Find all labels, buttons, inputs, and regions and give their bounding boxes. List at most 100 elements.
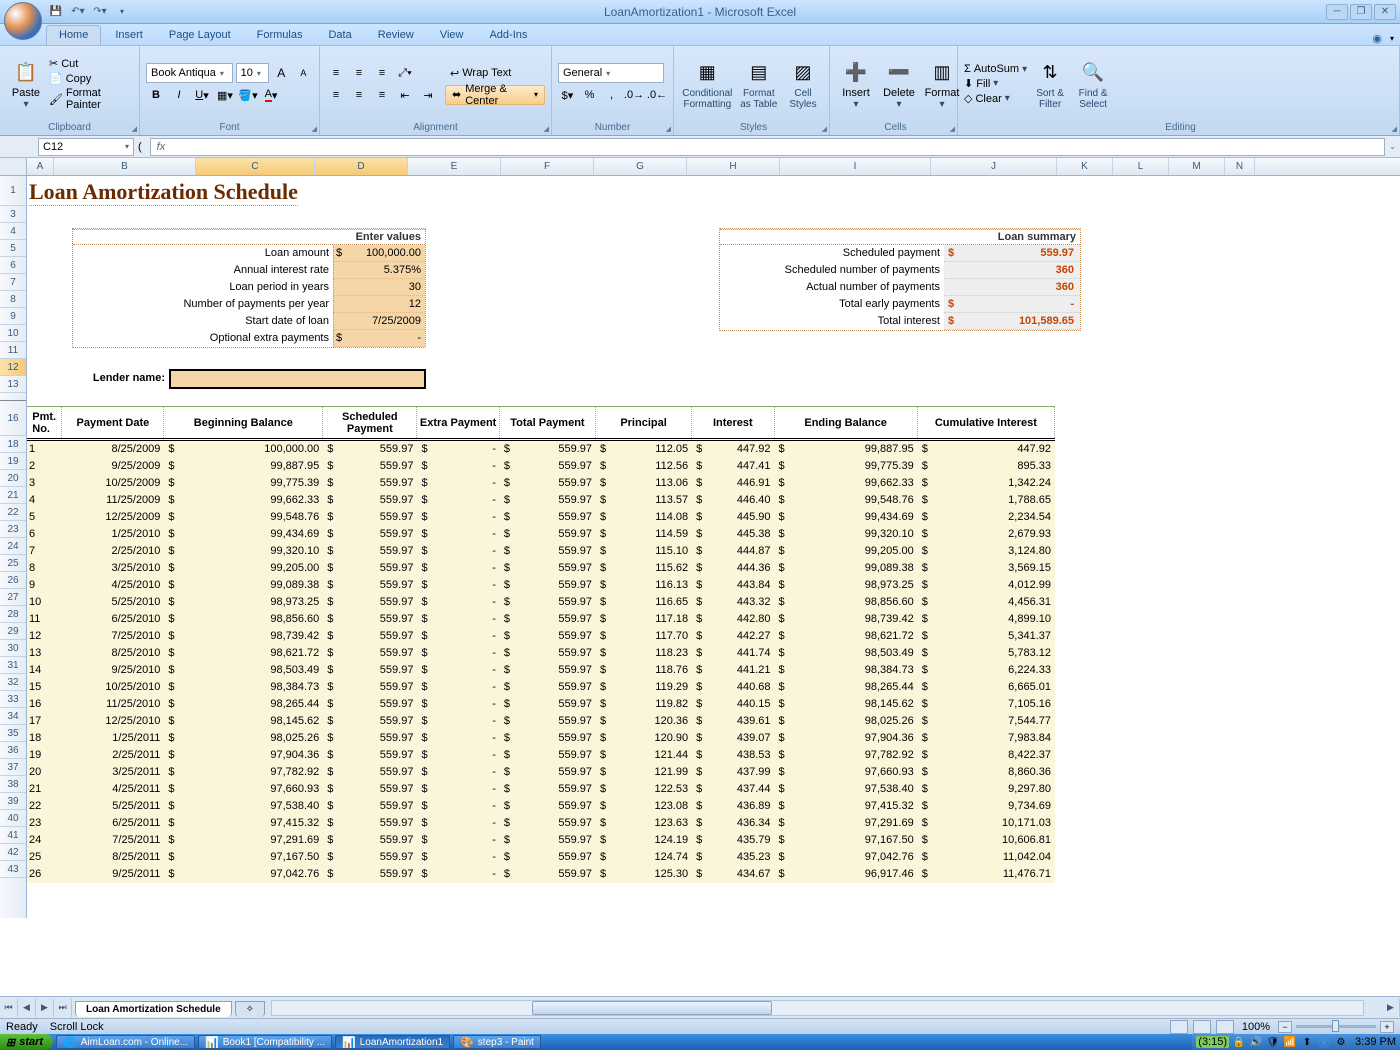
- align-right-button[interactable]: ≡: [372, 85, 392, 105]
- taskbar-task[interactable]: 🌐AimLoan.com - Online...: [56, 1035, 195, 1049]
- column-header-A[interactable]: A: [27, 158, 54, 175]
- column-header-I[interactable]: I: [780, 158, 931, 175]
- zoom-level[interactable]: 100%: [1242, 1021, 1270, 1033]
- row-header[interactable]: 23: [0, 521, 26, 538]
- amortization-row[interactable]: 72/25/2010$99,320.10$559.97$-$559.97$115…: [27, 543, 1055, 560]
- tray-icon[interactable]: ⓑ: [1317, 1035, 1331, 1049]
- fill-button[interactable]: ⬇Fill▾: [964, 77, 1027, 90]
- font-color-button[interactable]: A▾: [261, 85, 281, 105]
- amortization-row[interactable]: 83/25/2010$99,205.00$559.97$-$559.97$115…: [27, 560, 1055, 577]
- tray-clock[interactable]: 3:39 PM: [1355, 1036, 1396, 1048]
- font-size-combo[interactable]: 10: [236, 63, 269, 83]
- input-value-cell[interactable]: $100,000.00: [333, 245, 425, 262]
- merge-center-button[interactable]: ⬌Merge & Center▾: [445, 85, 545, 105]
- tray-icon[interactable]: ⚙: [1334, 1035, 1348, 1049]
- row-header[interactable]: 21: [0, 487, 26, 504]
- tray-icon[interactable]: ⬆: [1300, 1035, 1314, 1049]
- conditional-formatting-button[interactable]: ▦Conditional Formatting: [680, 56, 735, 112]
- row-header[interactable]: 4: [0, 223, 26, 240]
- row-header[interactable]: 10: [0, 325, 26, 342]
- row-header[interactable]: 36: [0, 742, 26, 759]
- row-header[interactable]: 40: [0, 810, 26, 827]
- bold-button[interactable]: B: [146, 85, 166, 105]
- restore-button[interactable]: ❐: [1350, 4, 1372, 20]
- page-break-view-button[interactable]: [1216, 1020, 1234, 1034]
- row-header[interactable]: 1: [0, 176, 26, 206]
- row-header[interactable]: [0, 393, 26, 401]
- column-header-G[interactable]: G: [594, 158, 687, 175]
- amortization-row[interactable]: 29/25/2009$99,887.95$559.97$-$559.97$112…: [27, 458, 1055, 475]
- select-all-corner[interactable]: [0, 158, 27, 175]
- tab-home[interactable]: Home: [46, 25, 101, 45]
- number-format-combo[interactable]: General: [558, 63, 664, 83]
- hscroll-thumb[interactable]: [532, 1001, 772, 1015]
- decrease-indent-button[interactable]: ⇤: [395, 85, 415, 105]
- input-value-cell[interactable]: $-: [333, 330, 425, 347]
- row-header[interactable]: 22: [0, 504, 26, 521]
- row-header[interactable]: 3: [0, 206, 26, 223]
- row-header[interactable]: 42: [0, 844, 26, 861]
- row-header[interactable]: 30: [0, 640, 26, 657]
- currency-button[interactable]: $▾: [558, 85, 577, 105]
- amortization-row[interactable]: 214/25/2011$97,660.93$559.97$-$559.97$12…: [27, 781, 1055, 798]
- grow-font-button[interactable]: A: [272, 63, 291, 83]
- paste-button[interactable]: 📋 Paste▾: [6, 56, 46, 112]
- lender-name-cell[interactable]: [169, 369, 426, 389]
- next-sheet-button[interactable]: ▶: [36, 999, 54, 1017]
- format-painter-button[interactable]: 🖌Format Painter: [49, 87, 133, 111]
- align-center-button[interactable]: ≡: [349, 85, 369, 105]
- input-value-cell[interactable]: 7/25/2009: [333, 313, 425, 330]
- insert-sheet-tab[interactable]: ✧: [235, 1001, 265, 1017]
- page-layout-view-button[interactable]: [1193, 1020, 1211, 1034]
- row-header[interactable]: 25: [0, 555, 26, 572]
- cut-button[interactable]: ✂Cut: [49, 57, 133, 70]
- tray-icon[interactable]: 📶: [1283, 1035, 1297, 1049]
- format-cells-button[interactable]: ▥Format▾: [922, 56, 962, 112]
- row-header[interactable]: 29: [0, 623, 26, 640]
- row-header[interactable]: 39: [0, 793, 26, 810]
- row-header[interactable]: 7: [0, 274, 26, 291]
- amortization-row[interactable]: 105/25/2010$98,973.25$559.97$-$559.97$11…: [27, 594, 1055, 611]
- column-header-L[interactable]: L: [1113, 158, 1169, 175]
- increase-indent-button[interactable]: ⇥: [418, 85, 438, 105]
- tab-page-layout[interactable]: Page Layout: [157, 26, 243, 45]
- column-header-K[interactable]: K: [1057, 158, 1113, 175]
- tray-icon[interactable]: 🔊: [1249, 1035, 1263, 1049]
- column-header-C[interactable]: C: [196, 158, 315, 175]
- underline-button[interactable]: U▾: [192, 85, 212, 105]
- zoom-in-button[interactable]: +: [1380, 1021, 1394, 1033]
- expand-formula-bar-icon[interactable]: ⌄: [1389, 142, 1396, 151]
- save-icon[interactable]: 💾: [48, 4, 64, 20]
- column-header-B[interactable]: B: [54, 158, 196, 175]
- row-header[interactable]: 8: [0, 291, 26, 308]
- tray-icon[interactable]: 🔒: [1232, 1035, 1246, 1049]
- row-header[interactable]: 35: [0, 725, 26, 742]
- row-header[interactable]: 41: [0, 827, 26, 844]
- align-bottom-button[interactable]: ≡: [372, 63, 392, 83]
- decrease-decimal-button[interactable]: .0←: [647, 85, 667, 105]
- column-header-F[interactable]: F: [501, 158, 594, 175]
- minimize-button[interactable]: ─: [1326, 4, 1348, 20]
- amortization-row[interactable]: 116/25/2010$98,856.60$559.97$-$559.97$11…: [27, 611, 1055, 628]
- row-header[interactable]: 5: [0, 240, 26, 257]
- row-header[interactable]: 28: [0, 606, 26, 623]
- delete-cells-button[interactable]: ➖Delete▾: [879, 56, 919, 112]
- comma-button[interactable]: ,: [602, 85, 621, 105]
- row-header[interactable]: 38: [0, 776, 26, 793]
- amortization-row[interactable]: 310/25/2009$99,775.39$559.97$-$559.97$11…: [27, 475, 1055, 492]
- amortization-row[interactable]: 18/25/2009$100,000.00$559.97$-$559.97$11…: [27, 441, 1055, 458]
- amortization-row[interactable]: 1510/25/2010$98,384.73$559.97$-$559.97$1…: [27, 679, 1055, 696]
- name-box[interactable]: C12: [38, 138, 134, 156]
- row-header[interactable]: 18: [0, 436, 26, 453]
- amortization-row[interactable]: 181/25/2011$98,025.26$559.97$-$559.97$12…: [27, 730, 1055, 747]
- row-header[interactable]: 24: [0, 538, 26, 555]
- formula-bar[interactable]: fx: [150, 138, 1386, 156]
- input-value-cell[interactable]: 12: [333, 296, 425, 313]
- fx-insert-icon[interactable]: (: [138, 141, 142, 153]
- amortization-row[interactable]: 247/25/2011$97,291.69$559.97$-$559.97$12…: [27, 832, 1055, 849]
- row-header[interactable]: 37: [0, 759, 26, 776]
- shrink-font-button[interactable]: A: [294, 63, 313, 83]
- row-header[interactable]: 12: [0, 359, 26, 376]
- font-name-combo[interactable]: Book Antiqua: [146, 63, 233, 83]
- prev-sheet-button[interactable]: ◀: [18, 999, 36, 1017]
